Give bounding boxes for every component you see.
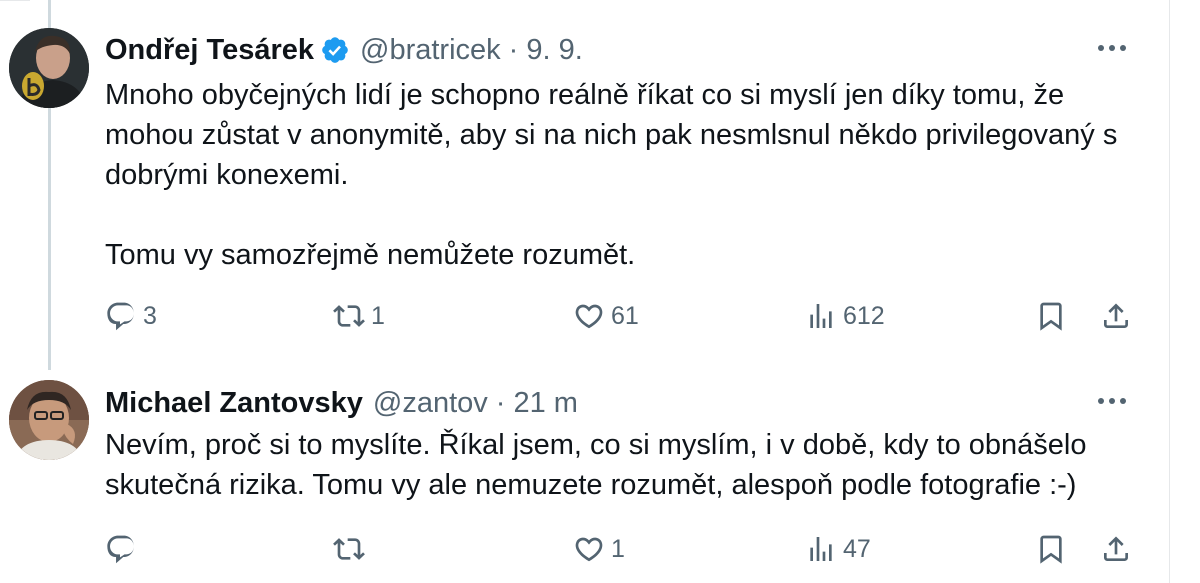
more-icon <box>1098 398 1126 404</box>
timestamp[interactable]: 9. 9. <box>526 34 582 67</box>
like-button[interactable]: 61 <box>573 294 639 338</box>
separator: · <box>495 386 506 419</box>
author-name[interactable]: Ondřej Tesárek <box>105 34 314 67</box>
share-icon <box>1104 536 1128 561</box>
views-icon <box>810 537 832 561</box>
reply-icon <box>107 302 134 331</box>
avatar-photo-icon <box>9 28 89 108</box>
tweet-header: Michael Zantovsky @zantov · 21 m <box>105 383 578 423</box>
tweet-paragraph: Mnoho obyčejných lidí je schopno reálně … <box>105 79 1118 191</box>
views-count: 47 <box>843 534 871 563</box>
share-icon <box>1104 303 1128 328</box>
bookmark-button[interactable] <box>1035 527 1067 571</box>
repost-button[interactable]: 1 <box>333 294 385 338</box>
repost-icon <box>333 538 365 560</box>
more-icon <box>1098 45 1126 51</box>
avatar-photo-icon <box>9 380 89 460</box>
views-button[interactable]: 612 <box>805 294 885 338</box>
tweet-text: Mnoho obyčejných lidí je schopno reálně … <box>105 75 1145 275</box>
timestamp[interactable]: 21 m <box>513 387 577 420</box>
repost-count: 1 <box>371 301 385 330</box>
separator: · <box>508 33 519 66</box>
share-button[interactable] <box>1100 527 1132 571</box>
views-icon <box>810 304 832 328</box>
tweet-text: Nevím, proč si to myslíte. Říkal jsem, c… <box>105 425 1145 505</box>
like-count: 61 <box>611 301 639 330</box>
bookmark-button[interactable] <box>1035 294 1067 338</box>
tweet-paragraph: Tomu vy samozřejmě nemůžete rozumět. <box>105 239 636 271</box>
tweet[interactable]: Michael Zantovsky @zantov · 21 m Nevím, … <box>0 365 1170 583</box>
reply-count: 3 <box>143 301 157 330</box>
reply-icon <box>107 535 134 564</box>
tweet-actions: 1 47 <box>105 527 1145 571</box>
repost-button[interactable] <box>333 527 371 571</box>
tweet-paragraph: Nevím, proč si to myslíte. Říkal jsem, c… <box>105 429 1087 501</box>
reply-button[interactable] <box>105 527 143 571</box>
avatar[interactable] <box>9 28 89 108</box>
author-handle[interactable]: @bratricek <box>360 34 501 67</box>
tweet-actions: 3 1 61 612 <box>105 294 1145 338</box>
views-count: 612 <box>843 301 885 330</box>
avatar[interactable] <box>9 380 89 460</box>
tweet-header: Ondřej Tesárek @bratricek · 9. 9. <box>105 30 583 70</box>
author-handle[interactable]: @zantov <box>373 387 488 420</box>
more-button[interactable] <box>1094 383 1130 419</box>
bookmark-icon <box>1040 535 1062 564</box>
verified-badge-icon <box>322 37 348 63</box>
like-count: 1 <box>611 534 625 563</box>
author-name[interactable]: Michael Zantovsky <box>105 387 363 420</box>
views-button[interactable]: 47 <box>805 527 871 571</box>
like-button[interactable]: 1 <box>573 527 625 571</box>
repost-icon <box>333 305 365 327</box>
like-icon <box>575 304 603 329</box>
share-button[interactable] <box>1100 294 1132 338</box>
reply-button[interactable]: 3 <box>105 294 157 338</box>
like-icon <box>575 537 603 562</box>
tweet[interactable]: Ondřej Tesárek @bratricek · 9. 9. Mnoho … <box>0 0 1170 365</box>
more-button[interactable] <box>1094 30 1130 66</box>
bookmark-icon <box>1040 302 1062 331</box>
